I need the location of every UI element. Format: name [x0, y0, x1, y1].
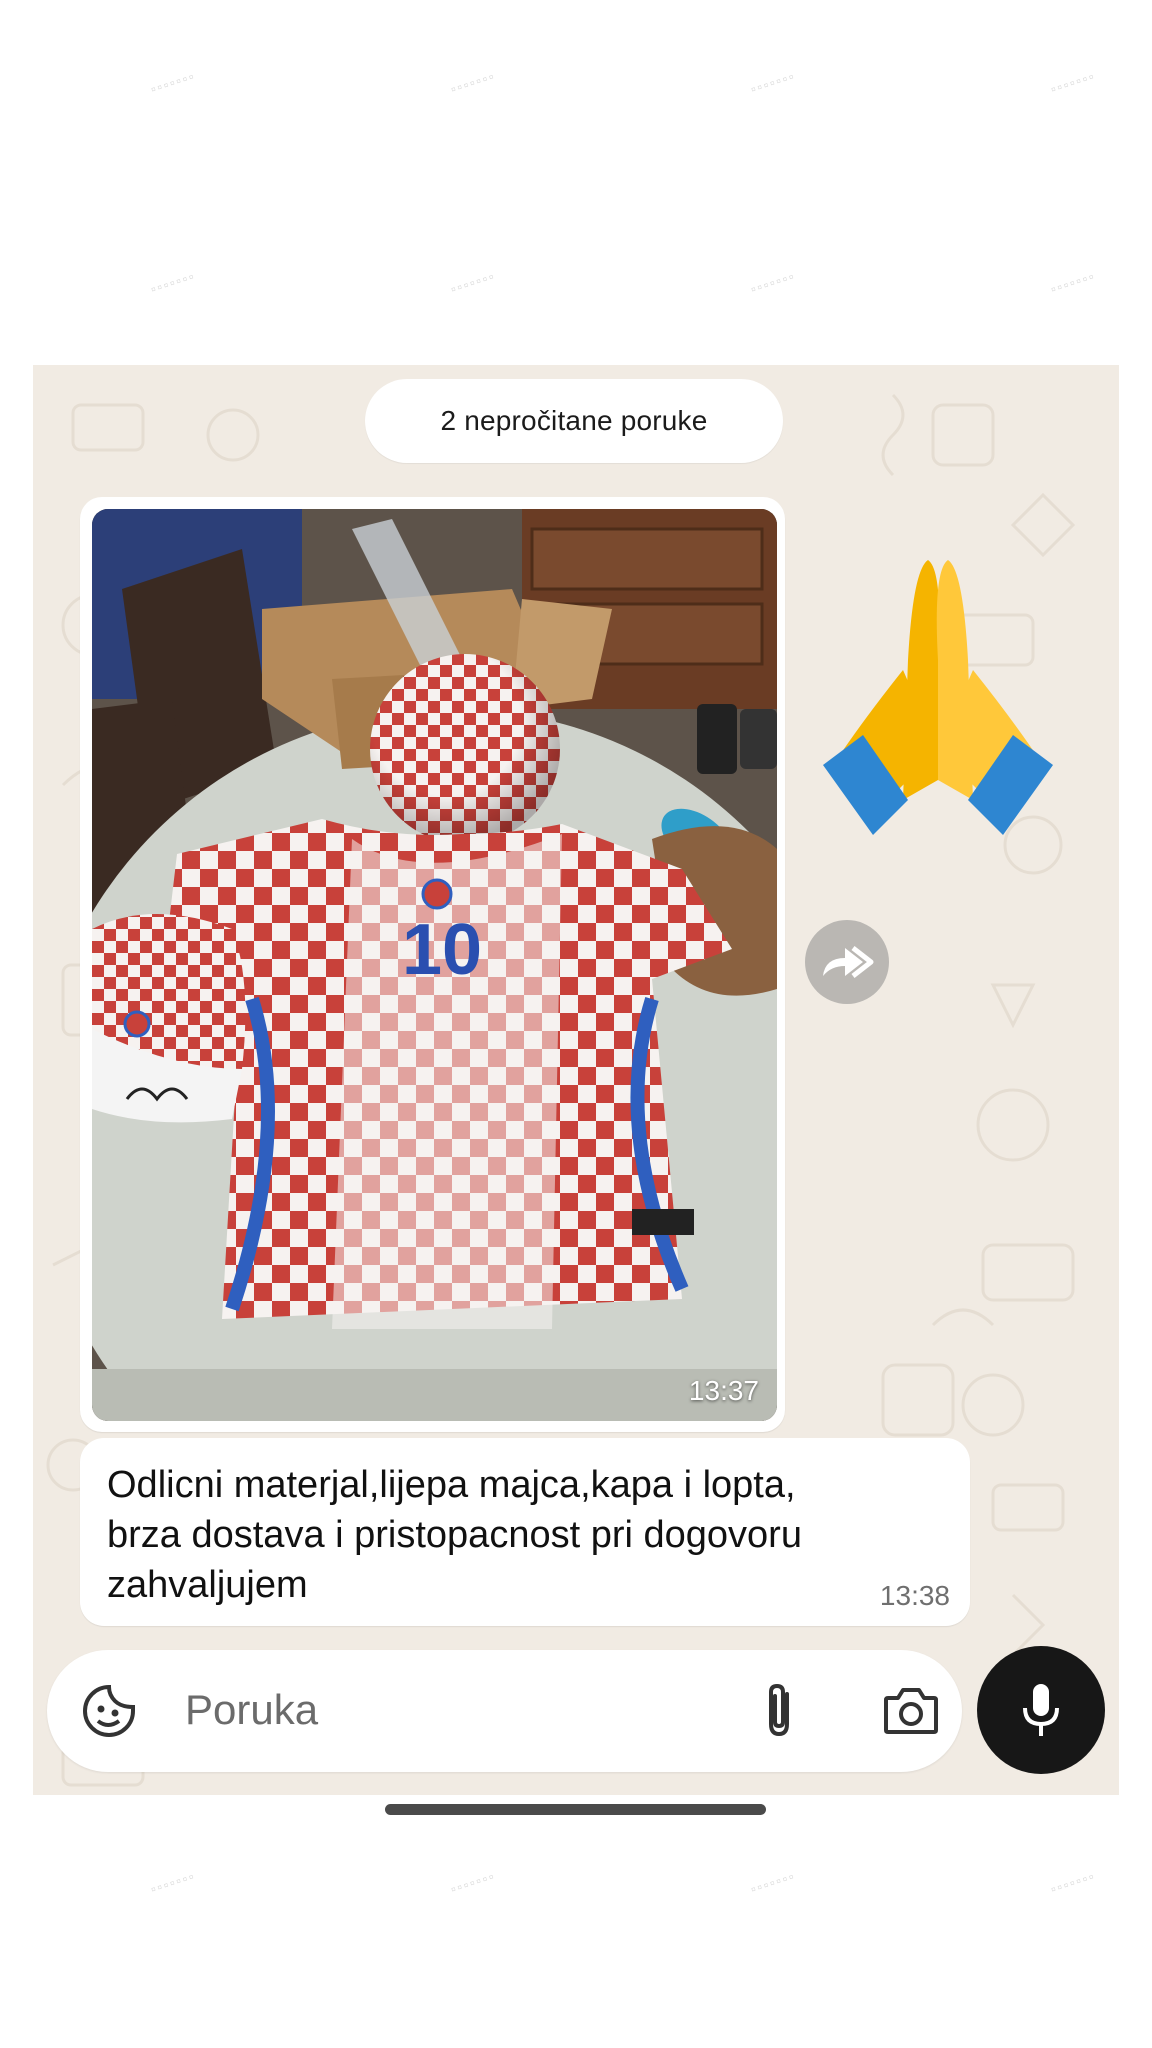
watermark: ▫▫▫▫▫▫▫ [148, 268, 198, 297]
camera-icon[interactable] [882, 1684, 940, 1738]
message-line: Odlicni materjal,lijepa majca,kapa i lop… [107, 1464, 796, 1506]
watermark: ▫▫▫▫▫▫▫ [148, 1868, 198, 1897]
watermark: ▫▫▫▫▫▫▫ [748, 68, 798, 97]
photo-jersey-ball-cap: 10 [92, 509, 777, 1421]
forward-icon [823, 946, 874, 978]
message-line: brza dostava i pristopacnost pri dogovor… [107, 1514, 802, 1556]
image-message-time: 13:37 [688, 1375, 759, 1406]
watermark: ▫▫▫▫▫▫▫ [448, 68, 498, 97]
watermark: ▫▫▫▫▫▫▫ [1048, 268, 1098, 297]
text-message-bubble[interactable]: Odlicni materjal,lijepa majca,kapa i lop… [80, 1438, 970, 1626]
text-message-time: 13:38 [879, 1580, 950, 1611]
forward-button[interactable] [805, 920, 889, 1004]
watermark: ▫▫▫▫▫▫▫ [148, 68, 198, 97]
image-message-bubble[interactable]: 10 13:37 [80, 497, 785, 1432]
message-text: Odlicni materjal,lijepa majca,kapa i lop… [107, 1460, 947, 1610]
watermark: ▫▫▫▫▫▫▫ [1048, 1868, 1098, 1897]
watermark: ▫▫▫▫▫▫▫ [1048, 68, 1098, 97]
praying-hands-icon[interactable] [803, 550, 1073, 850]
watermark: ▫▫▫▫▫▫▫ [448, 268, 498, 297]
message-composer[interactable]: Poruka [47, 1650, 962, 1772]
watermark: ▫▫▫▫▫▫▫ [748, 268, 798, 297]
chat-area[interactable]: 2 nepročitane poruke 10 13:37 Odlicni ma… [33, 365, 1119, 1795]
message-line: zahvaljujem [107, 1564, 308, 1606]
sticker-icon[interactable] [81, 1683, 137, 1739]
microphone-button[interactable] [977, 1646, 1105, 1774]
microphone-icon [1023, 1684, 1059, 1736]
message-input[interactable]: Poruka [185, 1686, 318, 1734]
message-photo[interactable]: 10 13:37 [92, 509, 777, 1421]
unread-messages-banner: 2 nepročitane poruke [365, 379, 783, 463]
watermark: ▫▫▫▫▫▫▫ [448, 1868, 498, 1897]
paperclip-icon[interactable] [759, 1680, 799, 1740]
jersey-number: 10 [402, 910, 482, 990]
watermark: ▫▫▫▫▫▫▫ [748, 1868, 798, 1897]
home-indicator[interactable] [385, 1804, 766, 1815]
